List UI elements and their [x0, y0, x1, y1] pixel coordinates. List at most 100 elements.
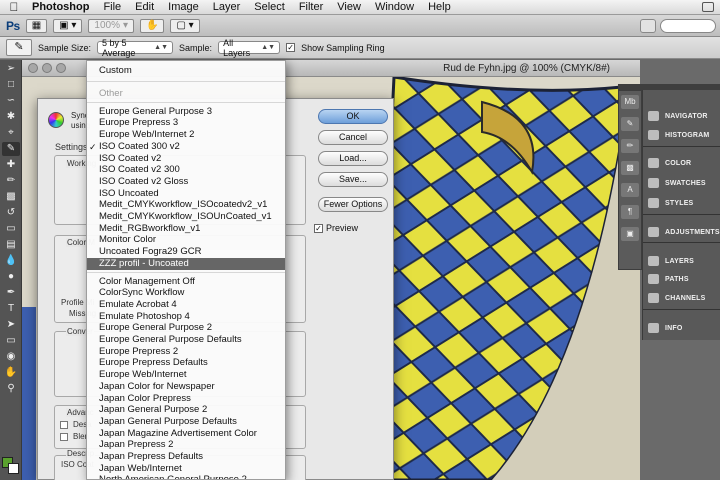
settings-menu-item[interactable]: Europe General Purpose 2 [87, 322, 285, 334]
tool-presets-icon[interactable]: ✎ [621, 117, 639, 131]
settings-menu-item[interactable]: ISO Coated v2 300 [87, 164, 285, 176]
settings-menu-item[interactable]: Color Management Off [87, 276, 285, 288]
menu-view[interactable]: View [330, 0, 368, 15]
settings-menu-item[interactable]: Japan Color for Newspaper [87, 381, 285, 393]
dodge-tool-icon[interactable]: ● [2, 270, 20, 284]
paragraph-icon[interactable]: ¶ [621, 205, 639, 219]
menu-window[interactable]: Window [368, 0, 421, 15]
settings-menu-item[interactable]: Japan Prepress 2 [87, 439, 285, 451]
settings-menu-item[interactable]: Europe General Purpose Defaults [87, 334, 285, 346]
type-tool-icon[interactable]: T [2, 302, 20, 316]
minimize-window-icon[interactable] [42, 63, 52, 73]
settings-menu-item[interactable]: Japan Prepress Defaults [87, 451, 285, 463]
settings-menu-item[interactable]: Europe Prepress Defaults [87, 357, 285, 369]
settings-menu-item[interactable]: Custom [87, 65, 285, 77]
workspace-button[interactable] [640, 18, 656, 33]
pen-tool-icon[interactable]: ✒ [2, 286, 20, 300]
settings-menu-item[interactable]: Monitor Color [87, 234, 285, 246]
panel-channels[interactable]: CHANNELS [643, 289, 720, 307]
stamp-tool-icon[interactable]: ▩ [2, 190, 20, 204]
settings-menu-item[interactable]: Japan General Purpose 2 [87, 404, 285, 416]
sample-select[interactable]: All Layers ▲▼ [218, 38, 281, 58]
settings-menu-item[interactable]: Europe Prepress 2 [87, 346, 285, 358]
fewer-options-button[interactable]: Fewer Options [318, 197, 388, 212]
settings-menu-item[interactable]: Medit_CMYKworkflow_ISOUnCoated_v1 [87, 211, 285, 223]
menu-file[interactable]: File [96, 0, 128, 15]
blur-tool-icon[interactable]: 💧 [2, 254, 20, 268]
settings-menu-item[interactable]: Japan Color Prepress [87, 393, 285, 405]
arrange-documents-button[interactable]: ▣ ▾ [53, 18, 83, 33]
panel-styles[interactable]: STYLES [643, 194, 720, 212]
eraser-tool-icon[interactable]: ▭ [2, 222, 20, 236]
3d-tool-icon[interactable]: ◉ [2, 350, 20, 364]
gradient-tool-icon[interactable]: ▤ [2, 238, 20, 252]
panel-paths[interactable]: PATHS [643, 270, 720, 288]
zoom-window-icon[interactable] [56, 63, 66, 73]
brush-tool-icon[interactable]: ✏ [2, 174, 20, 188]
settings-menu-item[interactable]: Japan General Purpose Defaults [87, 416, 285, 428]
settings-menu-item[interactable]: Europe General Purpose 3 [87, 106, 285, 118]
background-color-swatch[interactable] [8, 463, 19, 474]
settings-menu-item[interactable]: ISO Coated 300 v2 ✓ [87, 141, 285, 153]
brush-presets-icon[interactable]: ✏ [621, 139, 639, 153]
panel-color[interactable]: COLOR [643, 154, 720, 172]
clone-source-icon[interactable]: ▩ [621, 161, 639, 175]
bridge-button[interactable]: ▦ [25, 18, 48, 33]
crop-tool-icon[interactable]: ⌖ [2, 126, 20, 140]
panel-adjustments[interactable]: ADJUSTMENTS [643, 223, 720, 241]
hand-tool-icon[interactable]: ✋ [2, 366, 20, 380]
menu-image[interactable]: Image [161, 0, 206, 15]
history-brush-tool-icon[interactable]: ↺ [2, 206, 20, 220]
settings-menu-item[interactable]: ISO Coated v2 [87, 153, 285, 165]
eyedropper-tool-icon[interactable]: ✎ [2, 142, 20, 156]
notes-icon[interactable]: ▣ [621, 227, 639, 241]
settings-menu-item[interactable]: Emulate Photoshop 4 [87, 311, 285, 323]
panel-navigator[interactable]: NAVIGATOR [643, 107, 720, 125]
eyedropper-preset-icon[interactable]: ✎ [6, 39, 32, 56]
menu-filter[interactable]: Filter [292, 0, 330, 15]
settings-menu-item[interactable]: Emulate Acrobat 4 [87, 299, 285, 311]
lasso-tool-icon[interactable]: ∽ [2, 94, 20, 108]
settings-menu-item[interactable]: ISO Uncoated [87, 188, 285, 200]
menu-help[interactable]: Help [421, 0, 458, 15]
settings-menu-item[interactable]: Medit_RGBworkflow_v1 [87, 223, 285, 235]
settings-menu-item[interactable]: Uncoated Fogra29 GCR [87, 246, 285, 258]
menu-edit[interactable]: Edit [128, 0, 161, 15]
settings-menu-item[interactable]: Japan Web/Internet [87, 463, 285, 475]
panel-layers[interactable]: LAYERS [643, 252, 720, 270]
ok-button[interactable]: OK [318, 109, 388, 124]
preview-checkbox[interactable]: ✓ [314, 223, 323, 233]
load-button[interactable]: Load... [318, 151, 388, 166]
character-icon[interactable]: A [621, 183, 639, 197]
menu-select[interactable]: Select [247, 0, 292, 15]
apple-menu-icon[interactable]:  [0, 0, 28, 14]
workspace-search-input[interactable] [660, 18, 716, 33]
marquee-tool-icon[interactable]: □ [2, 78, 20, 92]
settings-menu-item[interactable]: ISO Coated v2 Gloss [87, 176, 285, 188]
show-sampling-ring-checkbox[interactable]: ✓ [286, 43, 296, 52]
settings-menu-item[interactable]: North American General Purpose 2 [87, 474, 285, 479]
healing-tool-icon[interactable]: ✚ [2, 158, 20, 172]
menu-app-name[interactable]: Photoshop [28, 0, 96, 15]
zoom-level-select[interactable]: 100% ▾ [88, 18, 134, 33]
settings-menu-item[interactable]: Europe Web/Internet [87, 369, 285, 381]
settings-menu-item[interactable]: Europe Prepress 3 [87, 117, 285, 129]
hand-tool-button[interactable]: ✋ [140, 18, 165, 33]
menu-layer[interactable]: Layer [206, 0, 248, 15]
cancel-button[interactable]: Cancel [318, 130, 388, 145]
path-select-tool-icon[interactable]: ➤ [2, 318, 20, 332]
desaturate-checkbox[interactable] [60, 421, 68, 429]
panel-info[interactable]: INFO [643, 319, 720, 337]
settings-menu-item[interactable]: ZZZ profil - Uncoated [87, 257, 285, 270]
zoom-tool-icon[interactable]: ⚲ [2, 382, 20, 396]
shape-tool-icon[interactable]: ▭ [2, 334, 20, 348]
sample-size-select[interactable]: 5 by 5 Average ▲▼ [97, 38, 174, 58]
menubar-extra-icon[interactable] [702, 2, 714, 12]
quick-select-tool-icon[interactable]: ✱ [2, 110, 20, 124]
settings-menu-item[interactable]: Medit_CMYKworkflow_ISOcoatedv2_v1 [87, 199, 285, 211]
panel-swatches[interactable]: SWATCHES [643, 174, 720, 192]
mini-bridge-icon[interactable]: Mb [621, 95, 639, 109]
blend-rgb-checkbox[interactable] [60, 433, 68, 441]
save-button[interactable]: Save... [318, 172, 388, 187]
close-window-icon[interactable] [28, 63, 38, 73]
